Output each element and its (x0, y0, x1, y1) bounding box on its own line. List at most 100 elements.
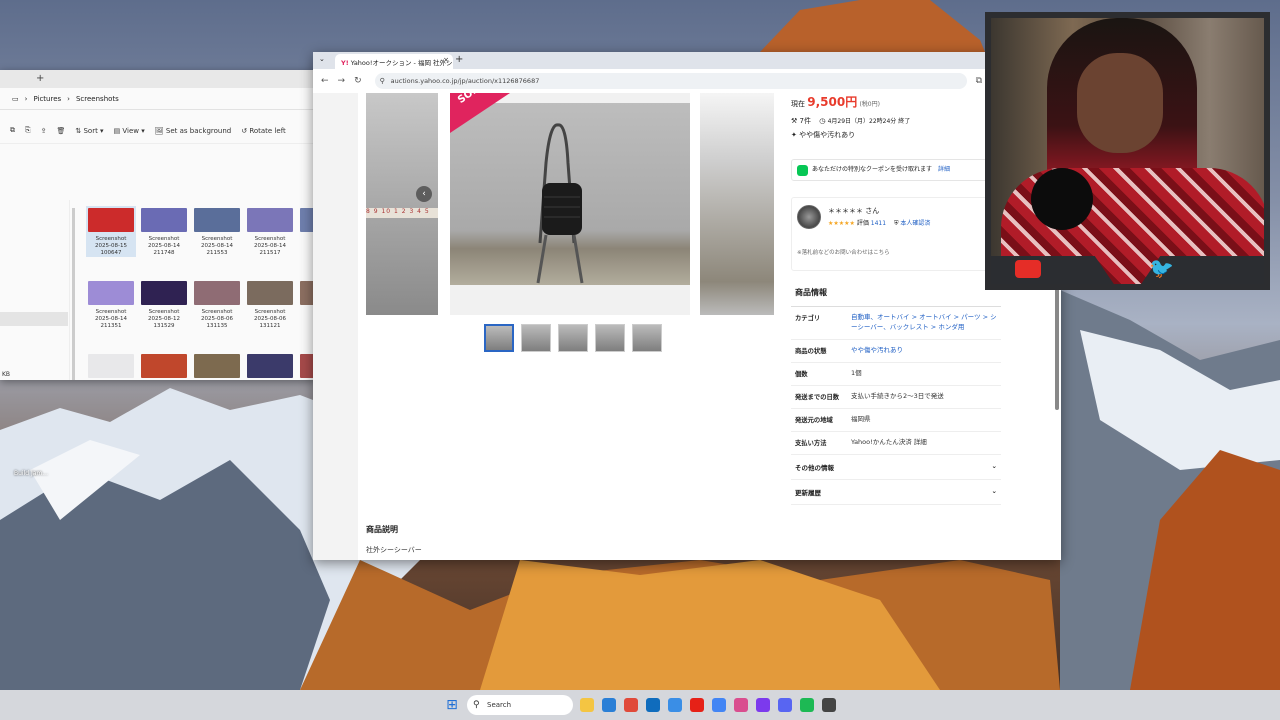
accordion-update-history[interactable]: 更新履歴 ⌄ (791, 480, 1001, 505)
spec-row-shipping-days: 発送までの日数 支払い手続きから2〜3日で発送 (791, 386, 1001, 409)
back-icon[interactable]: ← (321, 76, 329, 86)
edge-icon[interactable] (602, 698, 616, 712)
nav-selected-item[interactable] (0, 312, 68, 326)
bid-count[interactable]: 7件 (800, 117, 811, 125)
translate-icon[interactable]: ⧉ (976, 76, 982, 86)
spec-value[interactable]: 自動車、オートバイ > オートバイ > パーツ > シーシーバー、バックレスト … (851, 313, 997, 333)
thumbnail-image (194, 281, 240, 305)
chrome-alt-icon[interactable] (712, 698, 726, 712)
page-scrollbar[interactable] (1055, 280, 1059, 410)
command-bar: ⧉ ⎘ ⇪ 🗑 ⇅ Sort ▾ ▤ View ▾ 🖼 Set as backg… (0, 118, 316, 144)
thumbnail-item[interactable]: Screenshot2025-07-18135505 (86, 352, 136, 380)
accordion-other-info[interactable]: その他の情報 ⌄ (791, 455, 1001, 480)
rotate-left-button[interactable]: ↺ Rotate left (241, 127, 286, 135)
spec-key: 商品の状態 (795, 347, 827, 355)
coupon-detail-link[interactable]: 詳細 (938, 166, 950, 173)
thumbnail-item[interactable]: Screenshot 2025-08-06 131135 (192, 279, 242, 330)
condition-text: やや傷や汚れあり (799, 131, 856, 139)
thumbnail-item[interactable]: Screenshot2025-07-07202809 (245, 352, 295, 380)
spec-key: 発送までの日数 (795, 393, 840, 401)
thumbnail-name: Screenshot (201, 309, 233, 315)
share-icon[interactable]: ⇪ (41, 127, 47, 135)
thumbnail-item[interactable]: Screenshot 2025-08-06 131121 (245, 279, 295, 330)
copy-icon[interactable]: ⎘ (25, 126, 31, 135)
new-tab-icon[interactable]: + (36, 73, 44, 84)
coupon-banner[interactable]: あなただけの特別なクーポンを受け取れます 詳細 (791, 159, 1001, 181)
spec-row-category: カテゴリ 自動車、オートバイ > オートバイ > パーツ > シーシーバー、バック… (791, 307, 1001, 340)
thumbnail-date: 2025-08-15 (95, 242, 127, 249)
carousel-prev-button[interactable]: ‹ (416, 186, 432, 202)
thumbnail-item[interactable]: Screenshot 2025-08-14 211517 (245, 206, 295, 257)
rating-count[interactable]: 1411 (871, 220, 886, 227)
set-background-button[interactable]: 🖼 Set as background (155, 127, 231, 135)
verified-icon: ⛨ (893, 220, 899, 227)
chevron-down-icon: ⌄ (991, 461, 997, 470)
clock-icon: ◷ (819, 117, 826, 125)
inquiry-note[interactable]: ※落札前などのお問い合わせはこちら (797, 248, 890, 256)
seller-avatar[interactable] (797, 205, 821, 229)
thumbnail-2[interactable] (521, 324, 551, 352)
file-explorer-icon[interactable] (580, 698, 594, 712)
thumbnail-image (141, 354, 187, 378)
seller-name[interactable]: ＊＊＊＊＊ さん (828, 206, 879, 216)
reload-icon[interactable]: ↻ (354, 76, 362, 86)
delete-icon[interactable]: 🗑 (56, 127, 65, 135)
sort-button[interactable]: ⇅ Sort ▾ (75, 127, 103, 135)
thumbnail-time: 211517 (259, 249, 281, 256)
tab-menu-icon[interactable]: ⌄ (319, 55, 325, 63)
cut-icon[interactable]: ⧉ (10, 126, 15, 135)
line-icon (797, 165, 808, 176)
left-gutter (313, 93, 358, 560)
address-bar[interactable]: ⚲ auctions.yahoo.co.jp/jp/auction/x11268… (374, 73, 967, 89)
tools-icon[interactable] (734, 698, 748, 712)
thumbnail-item[interactable]: Screenshot2025-07-09134416 (192, 352, 242, 380)
capture-icon[interactable] (822, 698, 836, 712)
new-tab-icon[interactable]: + (455, 54, 463, 65)
forward-icon[interactable]: → (338, 76, 346, 86)
spec-row-payment: 支払い方法 Yahoo!かんたん決済 詳細 (791, 432, 1001, 455)
thumbnail-date: 2025-08-06 (254, 315, 286, 322)
desktop-icon-label[interactable]: Build Jam... (14, 470, 48, 477)
thumbnail-time: 211553 (206, 249, 228, 256)
thumbnail-name: Screenshot (148, 236, 180, 242)
search-icon: ⚲ (473, 700, 480, 710)
thumbnail-item[interactable]: Screenshot 2025-08-12 131529 (139, 279, 189, 330)
site-info-icon[interactable]: ⚲ (380, 73, 385, 89)
thumbnail-4[interactable] (595, 324, 625, 352)
thumbnail-time: 100647 (100, 249, 122, 256)
thumbnail-3[interactable] (558, 324, 588, 352)
close-tab-icon[interactable]: × (443, 56, 449, 64)
breadcrumb-pictures[interactable]: Pictures (33, 95, 61, 103)
chrome-icon[interactable] (624, 698, 638, 712)
obsidian-icon[interactable] (756, 698, 770, 712)
file-explorer-window: + ▭ › Pictures › Screenshots ⧉ ⎘ ⇪ 🗑 ⇅ S… (0, 70, 316, 380)
thumbnail-item[interactable]: Screenshot 2025-08-14 211553 (192, 206, 242, 257)
verified-text[interactable]: 本人確認済 (900, 220, 930, 227)
taskbar-search[interactable]: ⚲ Search (467, 695, 573, 715)
outlook-icon[interactable] (646, 698, 660, 712)
monitor-icon[interactable]: ▭ (12, 95, 19, 103)
windows-start-icon[interactable]: ⊞ (444, 697, 460, 713)
thumbnail-1[interactable] (484, 324, 514, 352)
breadcrumb-screenshots[interactable]: Screenshots (76, 95, 119, 103)
end-time: 4月29日（月）22時24分 終了 (827, 118, 911, 125)
thumbnail-item[interactable]: Screenshot 2025-08-14 211351 (86, 279, 136, 330)
thumbnail-item[interactable]: Screenshot2025-07-12021850 (139, 352, 189, 380)
spotify-icon[interactable] (800, 698, 814, 712)
carousel-next-image[interactable] (700, 93, 774, 315)
explorer-scrollbar[interactable] (72, 208, 75, 380)
spec-key: 支払い方法 (795, 439, 827, 447)
spec-key: カテゴリ (795, 315, 821, 322)
spec-value: 福岡県 (851, 414, 871, 423)
discord-icon[interactable] (778, 698, 792, 712)
thumbnail-item[interactable]: Screenshot 2025-08-15 100647 (86, 206, 136, 257)
thumbnail-5[interactable] (632, 324, 662, 352)
photos-icon[interactable] (668, 698, 682, 712)
youtube-icon[interactable] (690, 698, 704, 712)
thumbnail-item[interactable]: Screenshot 2025-08-14 211748 (139, 206, 189, 257)
view-button[interactable]: ▤ View ▾ (114, 127, 145, 135)
carousel-prev-image[interactable]: 8 9 10 1 2 3 4 5 (366, 93, 438, 315)
spec-value[interactable]: やや傷や汚れあり (851, 346, 997, 356)
carousel-main-image[interactable]: SOLD ‹ › (416, 93, 724, 315)
tab-yahoo-auction[interactable]: Y! Yahoo!オークション - 福岡 社外シ × (335, 54, 453, 69)
